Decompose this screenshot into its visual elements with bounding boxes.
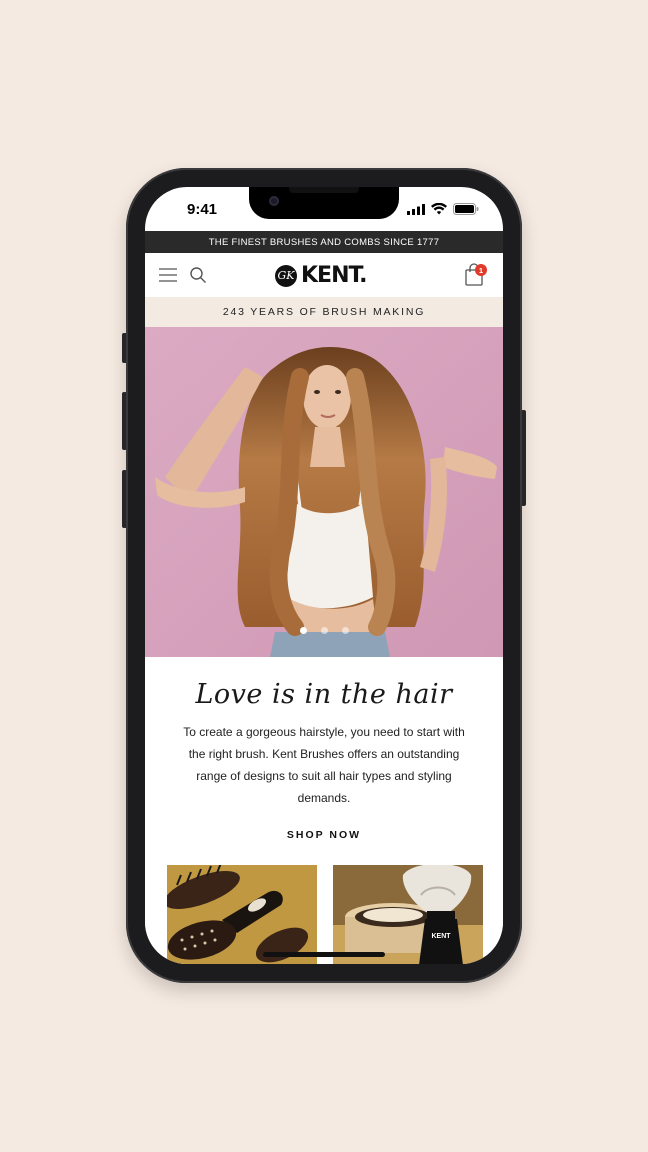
kent-monogram-icon: GK [275, 264, 297, 287]
site-header: GK KENT. 1 [145, 253, 503, 297]
carousel-dots [145, 627, 503, 634]
intro-body: To create a gorgeous hairstyle, you need… [183, 725, 465, 805]
intro-section: Love is in the hair To create a gorgeous… [145, 657, 503, 964]
shaving-tile[interactable]: KENT [333, 865, 483, 964]
shaving-image: KENT [333, 865, 483, 964]
phone-screen: 9:41 THE FINEST BRUSHES AND COMBS SINCE … [145, 187, 503, 964]
logo-text: KENT. [301, 263, 368, 288]
signal-icon [407, 203, 425, 215]
earpiece [289, 187, 359, 193]
shop-now-link[interactable]: SHOP NOW [145, 829, 503, 841]
carousel-dot[interactable] [341, 627, 349, 634]
promo-text: 243 YEARS OF BRUSH MAKING [222, 306, 426, 318]
hero-carousel[interactable] [145, 327, 503, 657]
category-tiles: KENT [167, 865, 483, 964]
home-indicator[interactable] [263, 952, 385, 957]
kent-logo[interactable]: GK KENT. [275, 263, 368, 288]
hair-brushes-image [167, 865, 317, 964]
hero-image [145, 327, 503, 657]
promo-bar: 243 YEARS OF BRUSH MAKING [145, 297, 503, 327]
battery-icon [453, 203, 479, 215]
status-time: 9:41 [187, 201, 218, 218]
svg-text:KENT: KENT [431, 933, 451, 940]
status-icons [407, 203, 479, 215]
announcement-bar: THE FINEST BRUSHES AND COMBS SINCE 1777 [145, 231, 503, 253]
carousel-dot[interactable] [299, 627, 307, 634]
phone-frame: 9:41 THE FINEST BRUSHES AND COMBS SINCE … [126, 168, 522, 983]
carousel-dot[interactable] [320, 627, 328, 634]
front-camera [269, 196, 279, 206]
hair-brushes-tile[interactable] [167, 865, 317, 964]
notch [249, 187, 399, 219]
wifi-icon [431, 203, 447, 215]
search-icon[interactable] [189, 266, 207, 284]
menu-icon[interactable] [159, 267, 177, 283]
cart-count-badge: 1 [475, 264, 487, 276]
announcement-text: THE FINEST BRUSHES AND COMBS SINCE 1777 [208, 236, 440, 248]
intro-title: Love is in the hair [195, 679, 453, 710]
